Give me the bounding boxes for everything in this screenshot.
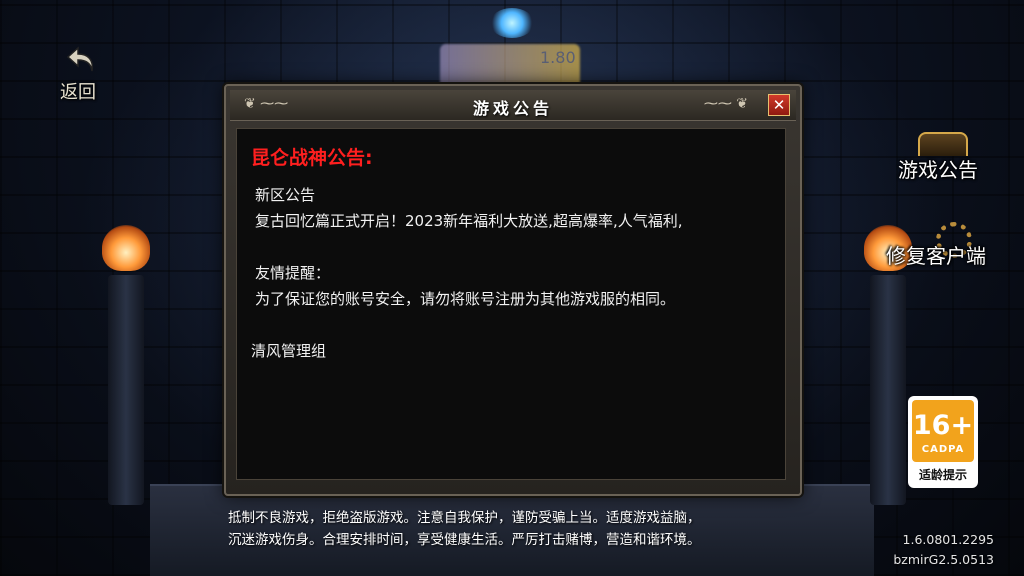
game-notice-label: 游戏公告 [898,158,978,182]
client-version: 1.6.0801.2295 [902,532,994,547]
announcement-signature: 清风管理组 [251,342,327,360]
repair-client-label: 修复客户端 [886,244,986,268]
back-label: 返回 [60,82,96,103]
close-icon: ✕ [772,96,786,114]
age-rating-value: 16+ [912,410,974,441]
notice-board-icon [918,132,968,156]
background-version-text: 1.80 [540,48,576,67]
back-button[interactable]: 返回 [56,44,106,103]
announcement-dialog: ❦ ⁓⁓ 游戏公告 ⁓⁓ ❦ ✕ 昆仑战神公告: 新区公告 复古回忆篇正式开启！… [224,84,802,496]
version-info: 1.6.0801.2295 bzmirG2.5.0513 [893,530,994,570]
torch-pillar [108,275,144,505]
announcement-line: 友情提醒： [255,264,331,282]
announcement-heading: 昆仑战神公告: [251,147,373,169]
announcement-line: 复古回忆篇正式开启！2023新年福利大放送,超高爆率,人气福利, [255,212,683,230]
health-gaming-notice: 抵制不良游戏，拒绝盗版游戏。注意自我保护，谨防受骗上当。适度游戏益脑， 沉迷游戏… [228,507,828,551]
rating-org: CADPA [921,444,965,455]
age-rating-panel: 16+ CADPA [912,400,974,462]
age-rating-hint: 适龄提示 [918,468,967,482]
health-notice-line: 沉迷游戏伤身。合理安排时间，享受健康生活。严厉打击赌博，营造和谐环境。 [228,532,701,548]
close-button[interactable]: ✕ [768,94,790,116]
torch-left [94,225,158,505]
announcement-line: 新区公告 [255,186,316,204]
back-arrow-icon [66,46,94,72]
health-notice-line: 抵制不良游戏，拒绝盗版游戏。注意自我保护，谨防受骗上当。适度游戏益脑， [228,510,701,526]
crystal-lamp-decoration [490,8,534,38]
repair-client-button[interactable]: 修复客户端 [886,222,998,282]
announcement-line: 为了保证您的账号安全，请勿将账号注册为其他游戏服的相同。 [255,290,676,308]
torch-pillar [870,275,906,505]
build-version: bzmirG2.5.0513 [893,552,994,567]
dialog-header: ❦ ⁓⁓ 游戏公告 ⁓⁓ ❦ ✕ [230,90,796,121]
flame-icon [102,225,150,271]
announcement-content: 昆仑战神公告: 新区公告 复古回忆篇正式开启！2023新年福利大放送,超高爆率,… [236,128,786,480]
game-notice-button[interactable]: 游戏公告 [898,132,988,192]
age-rating-badge[interactable]: 16+ CADPA 适龄提示 [908,396,978,488]
scroll-ornament-icon: ⁓⁓ ❦ [703,96,748,112]
